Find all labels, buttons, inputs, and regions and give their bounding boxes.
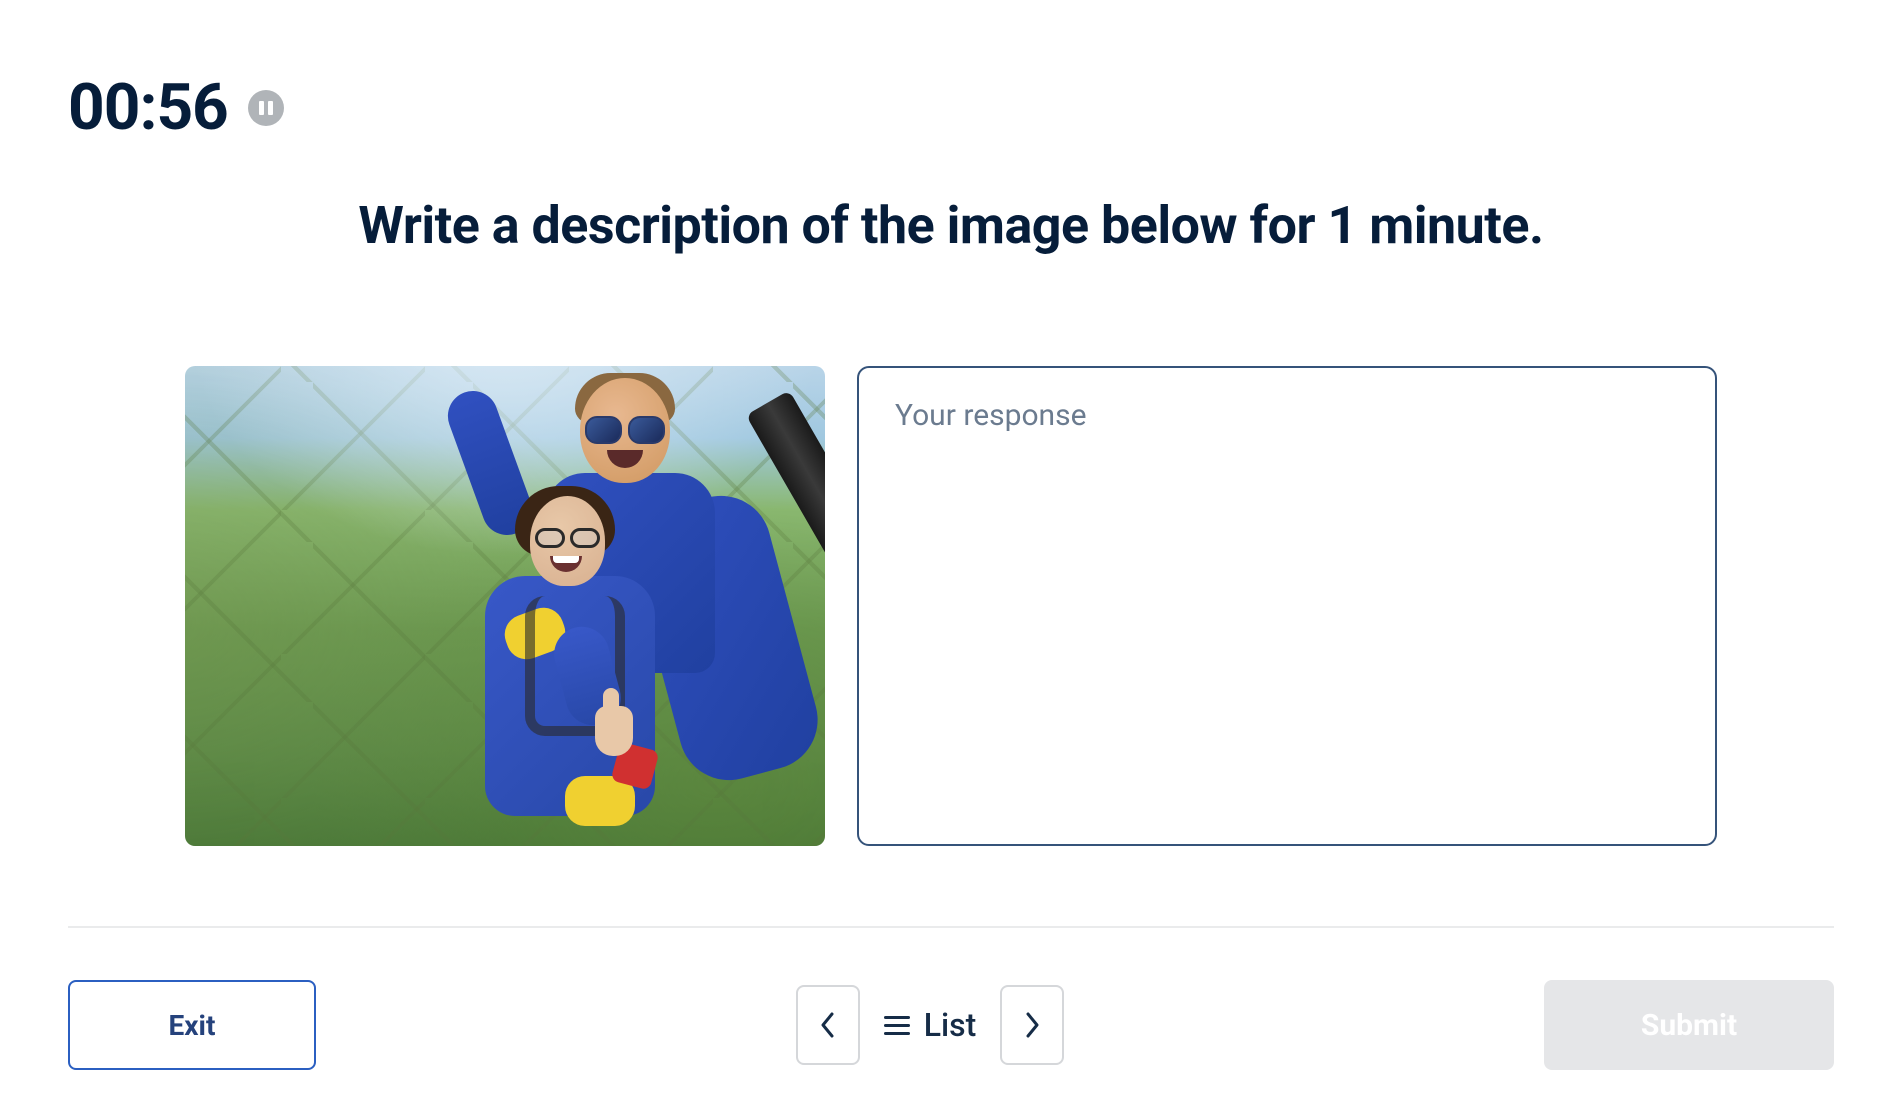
list-button[interactable]: List	[884, 1006, 977, 1044]
chevron-left-icon	[819, 1010, 837, 1040]
footer: Exit List S	[0, 926, 1902, 1108]
list-label: List	[924, 1006, 977, 1044]
footer-row: Exit List S	[68, 980, 1834, 1070]
submit-button[interactable]: Submit	[1544, 980, 1834, 1070]
response-textarea[interactable]	[857, 366, 1717, 846]
prev-button[interactable]	[796, 985, 860, 1065]
response-box	[857, 366, 1717, 846]
next-button[interactable]	[1000, 985, 1064, 1065]
chevron-right-icon	[1023, 1010, 1041, 1040]
header-row: 00:56	[0, 0, 1902, 145]
prompt-image	[185, 366, 825, 846]
pause-button[interactable]	[248, 90, 284, 126]
divider	[68, 926, 1834, 928]
image-student	[475, 496, 655, 816]
timer-display: 00:56	[68, 70, 228, 145]
hamburger-icon	[884, 1016, 910, 1035]
content-area	[0, 366, 1902, 846]
prompt-text: Write a description of the image below f…	[0, 195, 1902, 256]
pause-icon	[259, 101, 273, 115]
nav-group: List	[796, 985, 1065, 1065]
exit-button[interactable]: Exit	[68, 980, 316, 1070]
app-container: 00:56 Write a description of the image b…	[0, 0, 1902, 1108]
